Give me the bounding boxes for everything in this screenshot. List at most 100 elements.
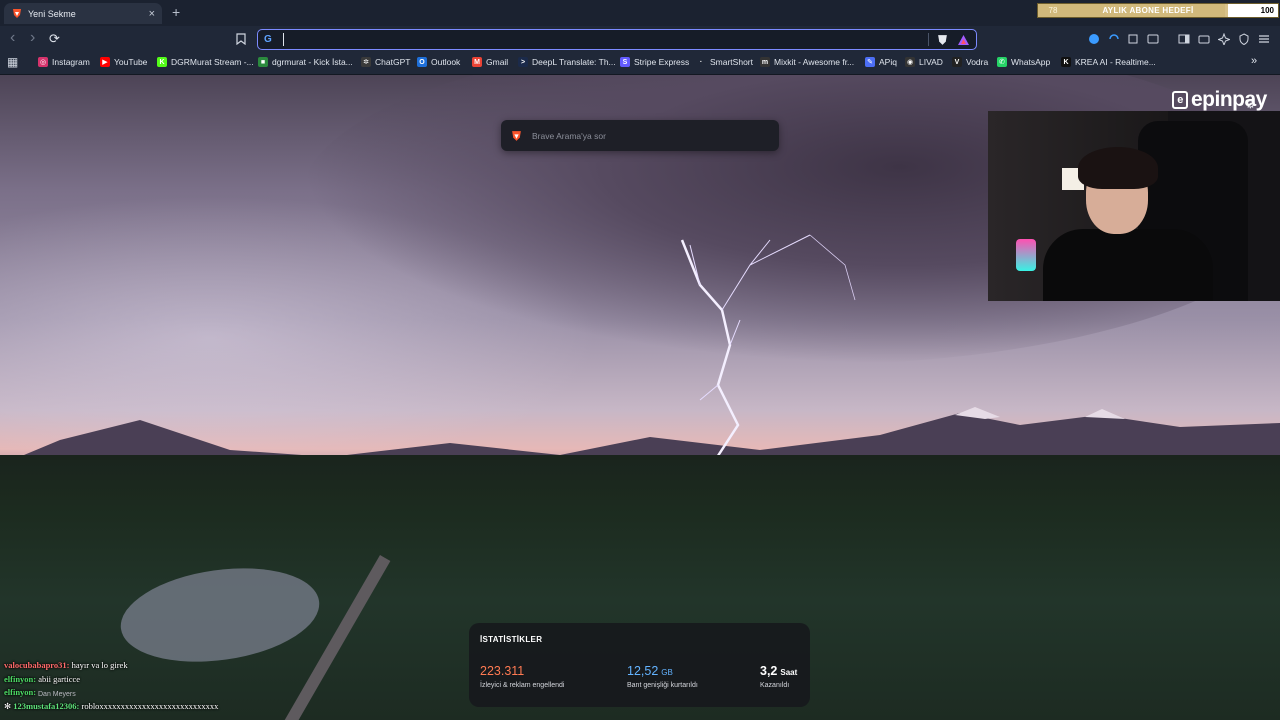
bookmark-favicon-icon: ◎ bbox=[38, 57, 48, 67]
chat-message: ✻ 123mustafa12306: robloxxxxxxxxxxxxxxxx… bbox=[4, 701, 218, 715]
bookmark-item[interactable]: V Vodra bbox=[952, 57, 988, 67]
chat-text: robloxxxxxxxxxxxxxxxxxxxxxxxxxxxx bbox=[81, 700, 219, 711]
extensions-puzzle-icon[interactable] bbox=[1127, 33, 1139, 45]
bookmark-item[interactable]: K DGRMurat Stream -... bbox=[157, 57, 254, 67]
bookmark-label: YouTube bbox=[114, 57, 148, 67]
wallet-card-icon[interactable] bbox=[1198, 33, 1210, 45]
bookmark-item[interactable]: ✆ WhatsApp bbox=[997, 57, 1050, 67]
sidebar-icon[interactable] bbox=[1178, 33, 1190, 45]
bookmarks-bar: ▦ ◎ Instagram ▶ YouTube K DGRMurat Stream -..… bbox=[0, 53, 1280, 75]
bookmark-label: DGRMurat Stream -... bbox=[171, 57, 254, 67]
bookmark-item[interactable]: > DeepL Translate: Th... bbox=[518, 57, 616, 67]
extension-1-icon[interactable] bbox=[1088, 33, 1100, 45]
brave-search-box[interactable]: Brave Arama'ya sor bbox=[501, 120, 779, 151]
bookmark-item[interactable]: ◉ LIVAD bbox=[905, 57, 943, 67]
goal-target-count: 100 bbox=[1228, 4, 1278, 17]
google-icon: G bbox=[264, 34, 272, 45]
bookmarks-overflow-icon[interactable]: » bbox=[1251, 55, 1257, 67]
brave-rewards-icon[interactable] bbox=[958, 35, 969, 45]
bookmark-icon[interactable] bbox=[236, 33, 246, 45]
bookmark-label: Gmail bbox=[486, 57, 509, 67]
bookmark-favicon-icon: O bbox=[417, 57, 427, 67]
bookmark-item[interactable]: M Gmail bbox=[472, 57, 508, 67]
chat-text: abii garticce bbox=[38, 673, 81, 684]
bookmark-label: LIVAD bbox=[919, 57, 943, 67]
new-tab-button[interactable]: + bbox=[172, 4, 180, 20]
rgb-lamp bbox=[1016, 239, 1036, 271]
bookmark-item[interactable]: ■ dgrmurat - Kick İsta... bbox=[258, 57, 353, 67]
bookmark-item[interactable]: O Outlook bbox=[417, 57, 460, 67]
chat-username: valocubabapro31: bbox=[4, 660, 70, 670]
brand-name: epinpay bbox=[1191, 88, 1267, 111]
search-placeholder: Brave Arama'ya sor bbox=[532, 130, 606, 141]
chat-username: 123mustafa12306: bbox=[13, 700, 80, 711]
menu-icon[interactable] bbox=[1258, 33, 1270, 45]
bookmark-label: ChatGPT bbox=[375, 57, 411, 67]
bookmark-favicon-icon: ◉ bbox=[905, 57, 915, 67]
chat-username: elfinyon: bbox=[4, 687, 37, 697]
apps-grid-icon[interactable]: ▦ bbox=[7, 55, 18, 69]
leo-ai-icon[interactable] bbox=[1218, 33, 1230, 45]
chat-message: elfinyon: abii garticce bbox=[4, 674, 218, 688]
streamer-hair bbox=[1078, 147, 1158, 189]
chat-badge-icon: ✻ bbox=[4, 700, 12, 711]
bookmark-favicon-icon: K bbox=[1061, 57, 1071, 67]
bookmark-label: dgrmurat - Kick İsta... bbox=[272, 57, 353, 67]
bookmark-favicon-icon: ■ bbox=[258, 57, 268, 67]
stat-unit: Saat bbox=[780, 668, 798, 677]
bookmark-item[interactable]: · SmartShort bbox=[696, 57, 753, 67]
bookmark-favicon-icon: > bbox=[518, 57, 528, 67]
extension-2-icon[interactable] bbox=[1108, 33, 1120, 45]
stat-bandwidth-saved: 12,52 GB Bant genişliği kurtarıldı bbox=[627, 662, 698, 689]
bookmark-item[interactable]: ✲ ChatGPT bbox=[361, 57, 410, 67]
bookmark-label: Instagram bbox=[52, 57, 90, 67]
bookmark-item[interactable]: m Mixkit - Awesome fr... bbox=[760, 57, 854, 67]
lightning-bolt bbox=[680, 234, 856, 466]
bookmark-favicon-icon: ✎ bbox=[865, 57, 875, 67]
stat-time-saved: 3,2 Saat Kazanıldı bbox=[760, 662, 797, 689]
bookmark-favicon-icon: ✆ bbox=[997, 57, 1007, 67]
bookmark-item[interactable]: ◎ Instagram bbox=[38, 57, 90, 67]
stream-chat-overlay: valocubabapro31: hayır va lo girek elfin… bbox=[4, 660, 218, 714]
stat-value: 12,52 bbox=[627, 664, 659, 678]
back-icon[interactable]: ‹ bbox=[10, 29, 15, 47]
bookmark-favicon-icon: V bbox=[952, 57, 962, 67]
bookmark-favicon-icon: · bbox=[696, 57, 706, 67]
goal-current-count: 78 bbox=[1048, 6, 1058, 15]
reload-icon[interactable]: ⟳ bbox=[49, 31, 60, 47]
bookmark-favicon-icon: M bbox=[472, 57, 482, 67]
bookmark-favicon-icon: S bbox=[620, 57, 630, 67]
brave-search-lion-icon bbox=[512, 130, 521, 141]
wallet-icon[interactable] bbox=[1147, 33, 1159, 45]
stat-trackers-blocked: 223.311 İzleyici & reklam engellendi bbox=[480, 662, 564, 689]
chat-username: elfinyon: bbox=[4, 673, 37, 684]
tab-strip: Yeni Sekme × + 78 AYLIK ABONE HEDEFİ 100 bbox=[0, 0, 1280, 26]
tab-close-icon[interactable]: × bbox=[149, 8, 155, 20]
chat-message: valocubabapro31: hayır va lo girek bbox=[4, 660, 218, 674]
bookmark-label: Stripe Express bbox=[634, 57, 690, 67]
forward-icon[interactable]: › bbox=[30, 29, 35, 47]
epinpay-logo: e epinpay bbox=[1172, 88, 1267, 112]
bookmark-label: Outlook bbox=[431, 57, 461, 67]
bookmark-label: APiq bbox=[879, 57, 897, 67]
stat-desc: Kazanıldı bbox=[760, 682, 790, 689]
bookmark-item[interactable]: ✎ APiq bbox=[865, 57, 897, 67]
bookmark-item[interactable]: S Stripe Express bbox=[620, 57, 689, 67]
vpn-shield-icon[interactable] bbox=[1238, 33, 1250, 45]
tab-new-tab[interactable]: Yeni Sekme × bbox=[4, 3, 162, 24]
bookmark-favicon-icon: ▶ bbox=[100, 57, 110, 67]
bookmark-label: WhatsApp bbox=[1011, 57, 1051, 67]
brave-shields-icon[interactable] bbox=[937, 34, 948, 46]
bookmark-item[interactable]: ▶ YouTube bbox=[100, 57, 147, 67]
stat-desc: İzleyici & reklam engellendi bbox=[480, 682, 565, 689]
bookmark-item[interactable]: K KREA AI - Realtime... bbox=[1061, 57, 1156, 67]
bookmark-label: DeepL Translate: Th... bbox=[532, 57, 616, 67]
address-bar[interactable]: G bbox=[257, 29, 977, 50]
goal-label: AYLIK ABONE HEDEFİ bbox=[1102, 6, 1194, 15]
bookmark-label: KREA AI - Realtime... bbox=[1075, 57, 1156, 67]
address-divider bbox=[928, 33, 929, 46]
bookmark-label: Mixkit - Awesome fr... bbox=[774, 57, 855, 67]
stat-unit: GB bbox=[661, 668, 673, 677]
chat-message: elfinyon: bbox=[4, 687, 218, 701]
stat-value: 223.311 bbox=[480, 664, 525, 678]
